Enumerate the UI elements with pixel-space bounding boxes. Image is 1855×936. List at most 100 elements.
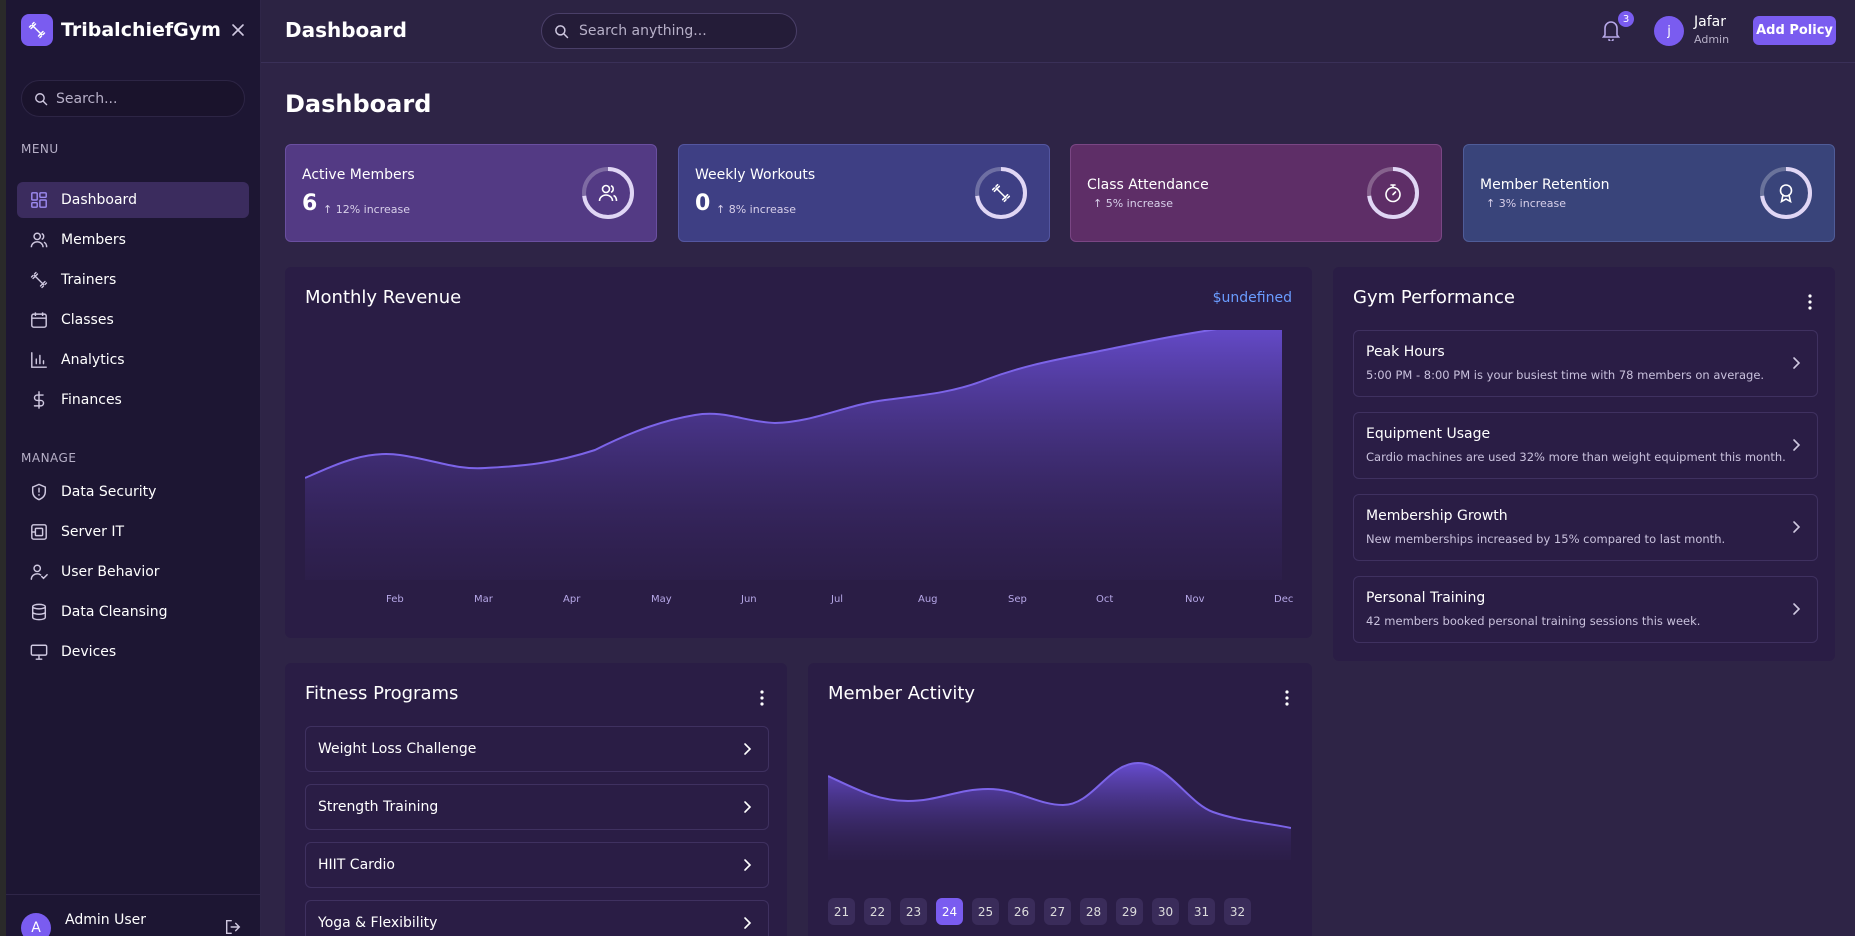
global-search[interactable]: [541, 13, 797, 49]
user-name: Jafar: [1694, 14, 1726, 30]
global-search-input[interactable]: [579, 23, 779, 39]
sidebar-item-label: Data Cleansing: [61, 604, 168, 620]
day-chip[interactable]: 22: [864, 898, 891, 925]
day-chip[interactable]: 28: [1080, 898, 1107, 925]
day-chip[interactable]: 23: [900, 898, 927, 925]
month-label: Jul: [831, 594, 844, 605]
day-chip[interactable]: 31: [1188, 898, 1215, 925]
search-icon: [555, 24, 569, 38]
chevron-right-icon: [1793, 439, 1801, 451]
performance-desc: 42 members booked personal training sess…: [1366, 614, 1701, 628]
brand[interactable]: TribalchiefGym: [21, 14, 221, 46]
sidebar-item-label: Finances: [61, 392, 122, 408]
program-item[interactable]: Yoga & Flexibility: [305, 900, 769, 936]
stat-label: Active Members: [302, 167, 415, 183]
sidebar-item-finances[interactable]: Finances: [17, 382, 249, 418]
sidebar-item-user-behavior[interactable]: User Behavior: [17, 554, 249, 590]
stat-card-weekly-workouts[interactable]: Weekly Workouts 0 ↑ 8% increase: [678, 144, 1050, 242]
dumbbell-logo-icon: [21, 14, 53, 46]
gym-performance-panel: Gym Performance Peak Hours 5:00 PM - 8:0…: [1333, 267, 1835, 661]
sidebar: TribalchiefGym MENU Dashboard Members Tr…: [6, 0, 261, 936]
chevron-right-icon: [744, 743, 752, 755]
chevron-right-icon: [1793, 357, 1801, 369]
program-title: Weight Loss Challenge: [318, 741, 477, 757]
sidebar-search[interactable]: [21, 80, 245, 117]
logout-icon[interactable]: [224, 918, 242, 936]
chevron-right-icon: [1793, 521, 1801, 533]
stat-trend: ↑ 12% increase: [323, 203, 411, 216]
stat-value: 0: [695, 191, 711, 216]
close-icon[interactable]: [228, 20, 248, 40]
bell-icon[interactable]: [1601, 19, 1621, 45]
add-policy-button[interactable]: Add Policy: [1753, 16, 1836, 45]
day-chip[interactable]: 32: [1224, 898, 1251, 925]
performance-desc: 5:00 PM - 8:00 PM is your busiest time w…: [1366, 368, 1765, 382]
stat-card-class-attendance[interactable]: Class Attendance ↑ 5% increase: [1070, 144, 1442, 242]
day-chip[interactable]: 26: [1008, 898, 1035, 925]
calendar-icon: [29, 310, 49, 330]
more-options-icon[interactable]: [1284, 689, 1290, 707]
performance-item[interactable]: Personal Training 42 members booked pers…: [1353, 576, 1818, 643]
month-label: Feb: [386, 594, 404, 605]
stat-card-active-members[interactable]: Active Members 6 ↑ 12% increase: [285, 144, 657, 242]
program-item[interactable]: HIIT Cardio: [305, 842, 769, 888]
month-label: Apr: [563, 594, 581, 605]
dollar-icon: [29, 390, 49, 410]
sidebar-item-label: Server IT: [61, 524, 125, 540]
performance-desc: New memberships increased by 15% compare…: [1366, 532, 1726, 546]
more-options-icon[interactable]: [759, 689, 765, 707]
performance-item[interactable]: Equipment Usage Cardio machines are used…: [1353, 412, 1818, 479]
sidebar-item-members[interactable]: Members: [17, 222, 249, 258]
performance-item[interactable]: Peak Hours 5:00 PM - 8:00 PM is your bus…: [1353, 330, 1818, 397]
revenue-area-chart: [305, 330, 1282, 580]
sidebar-footer: A Admin User: [6, 894, 261, 936]
chevron-right-icon: [1793, 603, 1801, 615]
program-title: Yoga & Flexibility: [318, 915, 438, 931]
month-label: Aug: [918, 594, 938, 605]
sidebar-item-label: Trainers: [61, 272, 117, 288]
revenue-area: [305, 330, 1282, 580]
sidebar-search-input[interactable]: [56, 90, 226, 107]
avatar[interactable]: A: [21, 913, 51, 936]
search-icon: [35, 92, 48, 105]
activity-area: [828, 763, 1291, 860]
stat-card-member-retention[interactable]: Member Retention ↑ 3% increase: [1463, 144, 1835, 242]
performance-desc: Cardio machines are used 32% more than w…: [1366, 450, 1786, 464]
performance-item[interactable]: Membership Growth New memberships increa…: [1353, 494, 1818, 561]
month-label: Mar: [474, 594, 493, 605]
program-item[interactable]: Strength Training: [305, 784, 769, 830]
more-options-icon[interactable]: [1807, 293, 1813, 311]
day-chip-selected[interactable]: 24: [936, 898, 963, 925]
user-avatar[interactable]: j: [1654, 16, 1684, 46]
sidebar-item-classes[interactable]: Classes: [17, 302, 249, 338]
sidebar-item-data-cleansing[interactable]: Data Cleansing: [17, 594, 249, 630]
bar-chart-icon: [29, 350, 49, 370]
sidebar-item-devices[interactable]: Devices: [17, 634, 249, 670]
chevron-right-icon: [744, 859, 752, 871]
topbar-title: Dashboard: [285, 18, 407, 42]
day-chip[interactable]: 29: [1116, 898, 1143, 925]
program-item[interactable]: Weight Loss Challenge: [305, 726, 769, 772]
sidebar-item-data-security[interactable]: Data Security: [17, 474, 249, 510]
brand-name: TribalchiefGym: [61, 19, 221, 41]
sidebar-item-server-it[interactable]: Server IT: [17, 514, 249, 550]
panel-title: Monthly Revenue: [305, 287, 462, 308]
day-chip[interactable]: 30: [1152, 898, 1179, 925]
main-nav: Dashboard Members Trainers Classes Analy…: [17, 182, 249, 422]
day-chip[interactable]: 25: [972, 898, 999, 925]
day-chip[interactable]: 21: [828, 898, 855, 925]
dumbbell-icon: [991, 183, 1011, 203]
menu-section-label: MENU: [21, 142, 59, 156]
sidebar-item-trainers[interactable]: Trainers: [17, 262, 249, 298]
sidebar-item-analytics[interactable]: Analytics: [17, 342, 249, 378]
stat-trend: ↑ 3% increase: [1486, 197, 1567, 210]
user-check-icon: [29, 562, 49, 582]
stat-label: Member Retention: [1480, 177, 1610, 193]
manage-nav: Data Security Server IT User Behavior Da…: [17, 474, 249, 674]
day-chip[interactable]: 27: [1044, 898, 1071, 925]
month-label: Oct: [1096, 594, 1114, 605]
sidebar-item-dashboard[interactable]: Dashboard: [17, 182, 249, 218]
topbar: Dashboard 3 j Jafar Admin Add Policy: [261, 0, 1855, 63]
month-label: Sep: [1008, 594, 1027, 605]
chevron-right-icon: [744, 801, 752, 813]
